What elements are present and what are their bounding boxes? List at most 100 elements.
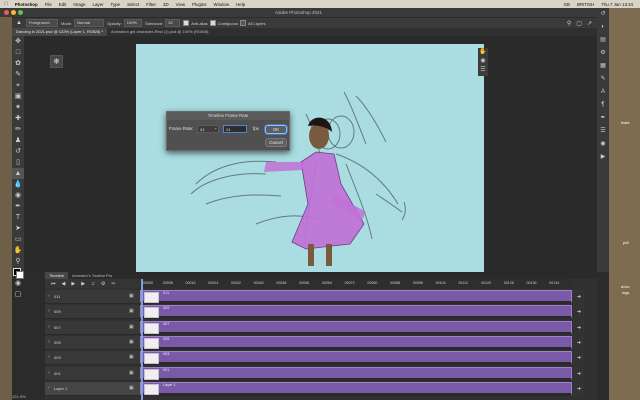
eraser-tool-icon[interactable]: ▯ — [12, 157, 24, 168]
menu-file[interactable]: File — [45, 2, 52, 7]
cancel-button[interactable]: Cancel — [265, 138, 287, 147]
antialias-checkbox[interactable] — [183, 20, 190, 26]
lasso-tool-icon[interactable]: ✿ — [12, 58, 24, 69]
history-brush-tool-icon[interactable]: ↺ — [12, 146, 24, 157]
eyedropper-tool-icon[interactable]: ⁕ — [12, 102, 24, 113]
chevron-right-icon[interactable]: › — [48, 370, 50, 376]
rectangle-tool-icon[interactable]: ▭ — [12, 234, 24, 245]
film-strip-icon[interactable]: ▣ — [129, 293, 134, 299]
close-window-button[interactable] — [4, 10, 9, 15]
film-strip-icon[interactable]: ▣ — [129, 308, 134, 314]
channels-icon[interactable]: ◉ — [597, 138, 609, 151]
tab-animation-girl[interactable]: Animation girl-character-Recl (1).psd @ … — [107, 28, 212, 36]
dodge-tool-icon[interactable]: ◉ — [12, 190, 24, 201]
type-tool-icon[interactable]: T — [12, 212, 24, 223]
timeline-clip[interactable]: 003 — [140, 351, 572, 366]
path-selection-tool-icon[interactable]: ➤ — [12, 223, 24, 234]
crop-tool-icon[interactable]: ⌖ — [12, 80, 24, 91]
audio-icon[interactable]: ♫ — [91, 281, 95, 287]
desktop-file-label[interactable]: leate — [621, 120, 630, 125]
chevron-down-icon[interactable]: ⌄ — [214, 125, 217, 130]
mode-select[interactable]: Normal — [74, 19, 105, 27]
tab-dancing-in-2021[interactable]: Dancing in 2021.psd @ 122% (Layer 1, RGB… — [12, 28, 107, 36]
healing-brush-tool-icon[interactable]: ✚ — [12, 113, 24, 124]
arrow-right-icon[interactable]: ➜ — [574, 320, 584, 335]
brush-tool-icon[interactable]: ✏ — [12, 124, 24, 135]
settings-icon[interactable]: ⚙ — [101, 281, 105, 287]
paint-bucket-tool-icon[interactable]: ▲ — [16, 20, 22, 26]
quick-select-tool-icon[interactable]: ✎ — [12, 69, 24, 80]
swatches-icon[interactable]: ▦ — [597, 60, 609, 73]
arrow-right-icon[interactable]: ➜ — [574, 305, 584, 320]
apple-icon[interactable]:  — [4, 1, 8, 7]
arrow-right-icon[interactable]: ➜ — [574, 335, 584, 350]
input-source-label[interactable]: BRITISH — [577, 2, 594, 7]
arrow-right-icon[interactable]: ➜ — [574, 381, 584, 396]
timeline-clip[interactable]: 005 — [140, 335, 572, 350]
all-layers-checkbox[interactable] — [239, 20, 246, 26]
brushes-icon[interactable]: ✎ — [597, 73, 609, 86]
color-swatches[interactable] — [12, 267, 24, 279]
paths-icon[interactable]: ✒ — [597, 112, 609, 125]
film-strip-icon[interactable]: ▣ — [129, 385, 134, 391]
character-icon[interactable]: A — [597, 86, 609, 99]
tab-timeline[interactable]: Timeline — [45, 272, 68, 279]
document-canvas[interactable] — [136, 44, 484, 272]
timeline-clip[interactable]: 001 — [140, 366, 572, 381]
move-tool-icon[interactable]: ✥ — [12, 36, 24, 47]
properties-icon[interactable]: ⚙ — [597, 47, 609, 60]
tab-animators-toolbar[interactable]: Animator's Toolbar Pro — [68, 272, 116, 279]
paint-bucket-tool-icon[interactable]: ▲ — [12, 168, 24, 179]
film-strip-icon[interactable]: ▣ — [129, 354, 134, 360]
timeline-layer-row[interactable]: › 009 ▣ — [45, 305, 140, 320]
split-icon[interactable]: ✂ — [111, 281, 115, 287]
menu-3d[interactable]: 3D — [163, 2, 169, 7]
timeline-layer-row[interactable]: › 001 ▣ — [45, 366, 140, 381]
playhead[interactable] — [141, 279, 143, 400]
chevron-right-icon[interactable]: › — [48, 385, 50, 391]
blur-tool-icon[interactable]: 💧 — [12, 179, 24, 190]
menu-plugins[interactable]: Plugins — [192, 2, 206, 7]
timeline-clip[interactable]: Layer 1 — [140, 381, 572, 396]
menu-help[interactable]: Help — [236, 2, 245, 7]
menu-filter[interactable]: Filter — [146, 2, 156, 7]
arrow-right-icon[interactable]: ➜ — [574, 366, 584, 381]
chevron-right-icon[interactable]: › — [48, 339, 50, 345]
timeline-layer-row[interactable]: › 011 ▣ — [45, 290, 140, 304]
contiguous-checkbox[interactable] — [209, 20, 216, 26]
menu-photoshop[interactable]: Photoshop — [15, 2, 38, 7]
actions-icon[interactable]: ▶ — [597, 151, 609, 164]
minimize-window-button[interactable] — [11, 10, 16, 15]
timeline-clip[interactable]: 009 — [140, 305, 572, 320]
desktop-file-label[interactable]: ings — [622, 290, 629, 295]
chevron-right-icon[interactable]: › — [48, 354, 50, 360]
menu-image[interactable]: Image — [73, 2, 85, 7]
fps-input[interactable]: 24 — [223, 125, 247, 133]
clock[interactable]: Thu 7 Jan 13:34 — [601, 2, 633, 7]
background-color-swatch[interactable] — [16, 271, 24, 279]
timeline-clip[interactable]: 011 — [140, 290, 572, 304]
zoom-window-button[interactable] — [18, 10, 23, 15]
chevron-right-icon[interactable]: › — [48, 324, 50, 330]
hand-tool-icon[interactable]: ✋ — [12, 245, 24, 256]
timeline-clip[interactable]: 007 — [140, 320, 572, 335]
adjustments-icon[interactable]: ◐ — [597, 21, 609, 34]
chevron-right-icon[interactable]: › — [48, 293, 50, 299]
color-icon[interactable]: ◉ — [478, 57, 488, 66]
layers-panel-icon[interactable]: ☰ — [597, 125, 609, 138]
timeline-ruler[interactable]: 00000 00008 00016 00024 00032 00040 00048 00056… — [140, 279, 572, 288]
timeline-layer-row[interactable]: › 003 ▣ — [45, 351, 140, 366]
desktop-file-label[interactable]: pdf — [623, 240, 629, 245]
marquee-tool-icon[interactable]: □ — [12, 47, 24, 58]
arrow-right-icon[interactable]: ➜ — [574, 351, 584, 366]
hand-icon[interactable]: ✋ — [478, 48, 488, 57]
paragraph-icon[interactable]: ¶ — [597, 99, 609, 112]
clone-stamp-tool-icon[interactable]: ♟ — [12, 135, 24, 146]
quick-mask-icon[interactable]: ◉ — [12, 278, 24, 289]
tolerance-field[interactable]: 32 — [165, 19, 181, 27]
ok-button[interactable]: OK — [265, 125, 287, 134]
screen-mode-icon[interactable]: ▢ — [12, 289, 24, 300]
frame-tool-icon[interactable]: ▣ — [12, 91, 24, 102]
menu-type[interactable]: Type — [111, 2, 121, 7]
keyboard-layout-indicator[interactable]: GB — [564, 2, 570, 7]
